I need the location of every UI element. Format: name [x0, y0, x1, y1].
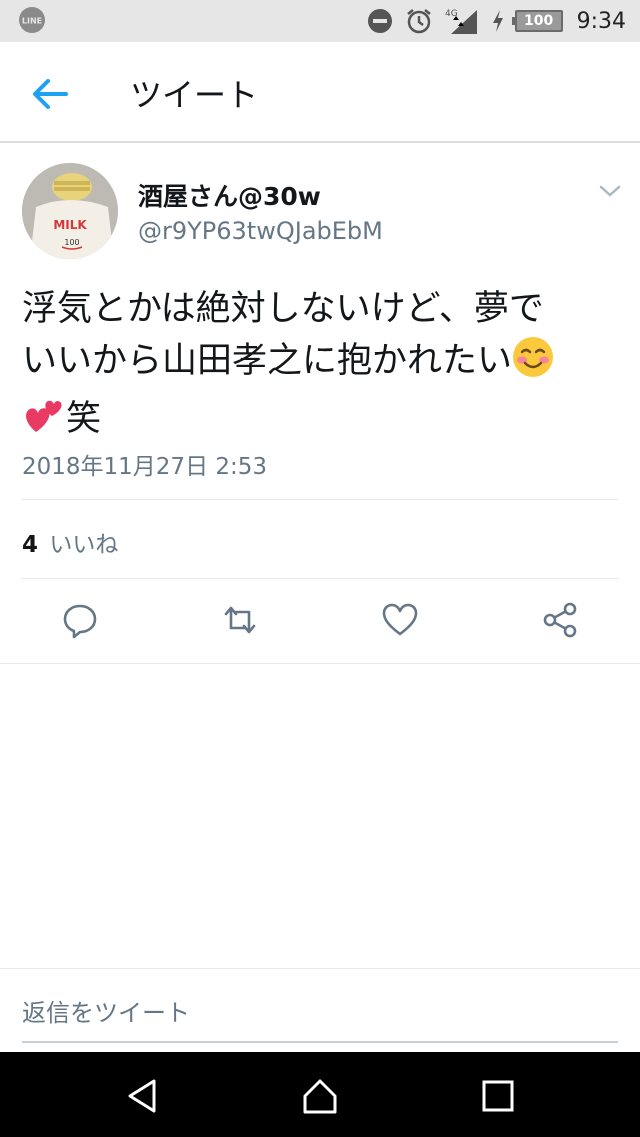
- recents-icon[interactable]: [478, 1076, 518, 1116]
- svg-text:MILK: MILK: [53, 218, 87, 232]
- smiling-face-emoji-icon: [512, 336, 554, 393]
- signal-icon: 4G: [445, 6, 479, 36]
- divider: [22, 578, 618, 579]
- share-icon[interactable]: [540, 600, 580, 640]
- page-title: ツイート: [130, 76, 259, 114]
- avatar[interactable]: MILK 100: [22, 163, 118, 259]
- divider: [0, 663, 640, 664]
- tweet-timestamp: 2018年11月27日 2:53: [22, 454, 268, 480]
- tweet-text-line: 浮気とかは絶対しないけど、夢で: [22, 289, 544, 329]
- reply-input[interactable]: 返信をツイート: [22, 993, 190, 1028]
- divider: [22, 499, 618, 500]
- status-bar: LINE 4G 100 9:34: [0, 0, 640, 42]
- status-time: 9:34: [576, 8, 626, 34]
- charging-icon: [491, 9, 505, 33]
- line-app-icon: LINE: [19, 7, 45, 33]
- do-not-disturb-icon: [367, 8, 393, 34]
- heart-icon[interactable]: [380, 600, 420, 640]
- display-name[interactable]: 酒屋さん@30w: [138, 177, 321, 213]
- arrow-left-icon[interactable]: [30, 76, 70, 112]
- system-nav-bar: [0, 1052, 640, 1137]
- avatar-image: MILK 100: [22, 163, 118, 259]
- tweet-text-line: 笑: [22, 393, 622, 451]
- tweet-actions: [0, 600, 640, 660]
- likes-label: いいね: [49, 532, 119, 558]
- battery-indicator: 100: [511, 10, 563, 32]
- reply-icon[interactable]: [60, 600, 100, 640]
- likes-stats[interactable]: 4 いいね: [22, 525, 118, 559]
- app-bar: ツイート: [0, 42, 640, 143]
- tweet-text-line: いいから山田孝之に抱かれたい: [22, 335, 622, 393]
- retweet-icon[interactable]: [220, 600, 260, 640]
- two-hearts-emoji-icon: [22, 394, 66, 451]
- chevron-down-icon[interactable]: [598, 183, 622, 199]
- reply-input-underline: [22, 1041, 618, 1043]
- likes-count: 4: [22, 532, 39, 558]
- svg-text:100: 100: [64, 238, 79, 247]
- reply-composer: 返信をツイート: [0, 968, 640, 1052]
- home-icon[interactable]: [300, 1076, 340, 1116]
- svg-text:LINE: LINE: [22, 17, 42, 26]
- tweet-text: 浮気とかは絶対しないけど、夢で いいから山田孝之に抱かれたい 笑: [22, 283, 622, 451]
- user-handle[interactable]: @r9YP63twQJabEbM: [138, 217, 383, 245]
- back-triangle-icon[interactable]: [122, 1076, 162, 1116]
- alarm-icon: [405, 7, 433, 35]
